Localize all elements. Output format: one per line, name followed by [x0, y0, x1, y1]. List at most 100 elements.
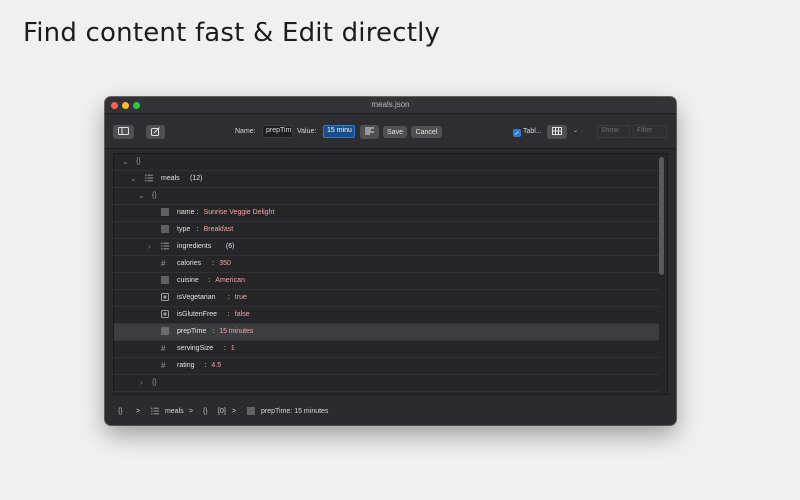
key-value-separator: : [204, 362, 207, 369]
tree-row[interactable]: type: Breakfast [114, 222, 659, 239]
tree-row-item-0[interactable]: ⌄ {} [114, 188, 659, 205]
tree-row[interactable]: # rating:4.5 [114, 358, 659, 375]
key-value-separator: : [212, 260, 215, 267]
chevron-right-icon[interactable]: › [140, 378, 143, 387]
value-field[interactable]: 15 minu [323, 125, 355, 138]
tree-key: servingSize [177, 345, 214, 352]
toolbar: Name: prepTim Value: 15 minu Save Cancel… [105, 115, 676, 149]
breadcrumb-separator: > [232, 408, 237, 415]
breadcrumb-separator: > [189, 408, 194, 415]
text-icon [161, 225, 169, 233]
object-braces: {} [152, 192, 157, 199]
tree-key: type [177, 226, 191, 233]
tree-key: name [177, 209, 195, 216]
tree-row[interactable]: # servingSize:1 [114, 341, 659, 358]
edit-button[interactable] [146, 125, 165, 139]
number-icon: # [161, 344, 166, 353]
tree-row[interactable]: isVegetarian: true [114, 290, 659, 307]
tree-key: isVegetarian [177, 294, 216, 301]
compose-icon [151, 126, 160, 138]
checkmark-icon: ✓ [514, 130, 520, 137]
toggle-sidebar-button[interactable] [113, 125, 134, 139]
breadcrumb-separator: > [136, 408, 141, 415]
key-value-separator: : [208, 277, 211, 284]
number-icon: # [161, 361, 166, 370]
tree-value[interactable]: 15 minutes [219, 328, 253, 335]
cancel-button[interactable]: Cancel [411, 126, 442, 138]
tree-key: ingredients [177, 243, 212, 250]
tree-row[interactable]: name: Sunrise Veggie Delight [114, 205, 659, 222]
number-icon: # [161, 259, 166, 268]
item-count: (6) [225, 243, 235, 250]
chevron-down-icon[interactable]: ⌄ [138, 191, 145, 200]
text-icon [161, 208, 169, 216]
table-checkbox[interactable]: ✓ [513, 129, 521, 137]
list-icon [151, 407, 159, 417]
name-field[interactable]: prepTim [262, 125, 293, 138]
key-value-separator: : [227, 294, 230, 301]
breadcrumb-item-braces[interactable]: {} [203, 408, 208, 415]
json-tree: ⌄ {} ⌄ meals (12) ⌄ {} name: Sunrise Vegg… [113, 153, 668, 395]
item-count: (12) [190, 175, 203, 182]
tree-key: calories [177, 260, 202, 267]
object-braces: {} [152, 379, 157, 386]
text-format-button[interactable] [360, 125, 379, 139]
tree-row[interactable]: # calories:350 [114, 256, 659, 273]
list-icon [145, 174, 153, 182]
breadcrumb-meals[interactable]: meals [165, 408, 184, 415]
save-button[interactable]: Save [383, 126, 407, 138]
tree-key: prepTime [177, 328, 207, 335]
key-value-separator: : [196, 226, 199, 233]
tree-row-meals[interactable]: ⌄ meals (12) [114, 171, 659, 188]
text-icon [161, 327, 169, 335]
tree-row[interactable]: prepTime:15 minutes [114, 324, 659, 341]
tree-row[interactable]: › ingredients (6) [114, 239, 659, 256]
tree-value[interactable]: 4.5 [211, 362, 221, 369]
tree-row[interactable]: cuisine: American [114, 273, 659, 290]
text-icon [247, 407, 255, 417]
title-bar: meals.json [105, 97, 676, 114]
table-view-button[interactable] [547, 125, 567, 139]
breadcrumb-current: prepTime: 15 minutes [261, 408, 329, 415]
tree-value[interactable]: false [235, 311, 250, 318]
filter-field[interactable]: Filter [633, 125, 667, 138]
text-icon [161, 276, 169, 284]
tree-key: meals [161, 175, 180, 182]
chevron-down-icon[interactable]: ⌄ [122, 157, 129, 166]
breadcrumb-root[interactable]: {} [118, 408, 123, 415]
tree-key: isGlutenFree [177, 311, 218, 318]
window-title: meals.json [371, 100, 410, 109]
text-align-icon [365, 127, 374, 137]
boolean-icon [161, 293, 169, 301]
key-value-separator: : [212, 328, 215, 335]
tree-value[interactable]: Sunrise Veggie Delight [204, 209, 275, 216]
chevron-right-icon[interactable]: › [148, 242, 151, 251]
key-value-separator: : [223, 345, 226, 352]
key-value-separator: : [227, 311, 230, 318]
chevron-down-icon[interactable]: ⌄ [573, 127, 578, 134]
table-icon [552, 127, 562, 137]
tree-value[interactable]: 350 [219, 260, 231, 267]
app-window: meals.json Name: prepTim Value: 15 minu … [105, 97, 676, 425]
value-label: Value: [297, 128, 317, 135]
page-headline: Find content fast & Edit directly [23, 18, 441, 48]
key-value-separator: : [196, 209, 199, 216]
object-braces: {} [136, 158, 141, 165]
list-icon [161, 242, 169, 250]
tree-row-root[interactable]: ⌄ {} [114, 154, 659, 171]
boolean-icon [161, 310, 169, 318]
tree-value[interactable]: Breakfast [204, 226, 234, 233]
tree-value[interactable]: 1 [231, 345, 235, 352]
tree-value[interactable]: true [235, 294, 247, 301]
show-field[interactable]: Show [597, 125, 630, 138]
breadcrumb: {} > meals > {} [0] > prepTime: 15 minut… [105, 399, 676, 425]
chevron-down-icon[interactable]: ⌄ [130, 174, 137, 183]
tree-key: rating [177, 362, 195, 369]
sidebar-icon [118, 127, 129, 137]
breadcrumb-index[interactable]: [0] [218, 408, 226, 415]
tree-row[interactable]: isGlutenFree: false [114, 307, 659, 324]
tree-key: cuisine [177, 277, 199, 284]
scrollbar[interactable] [659, 157, 664, 275]
tree-row-item-1[interactable]: › {} [114, 375, 659, 392]
tree-value[interactable]: American [215, 277, 245, 284]
